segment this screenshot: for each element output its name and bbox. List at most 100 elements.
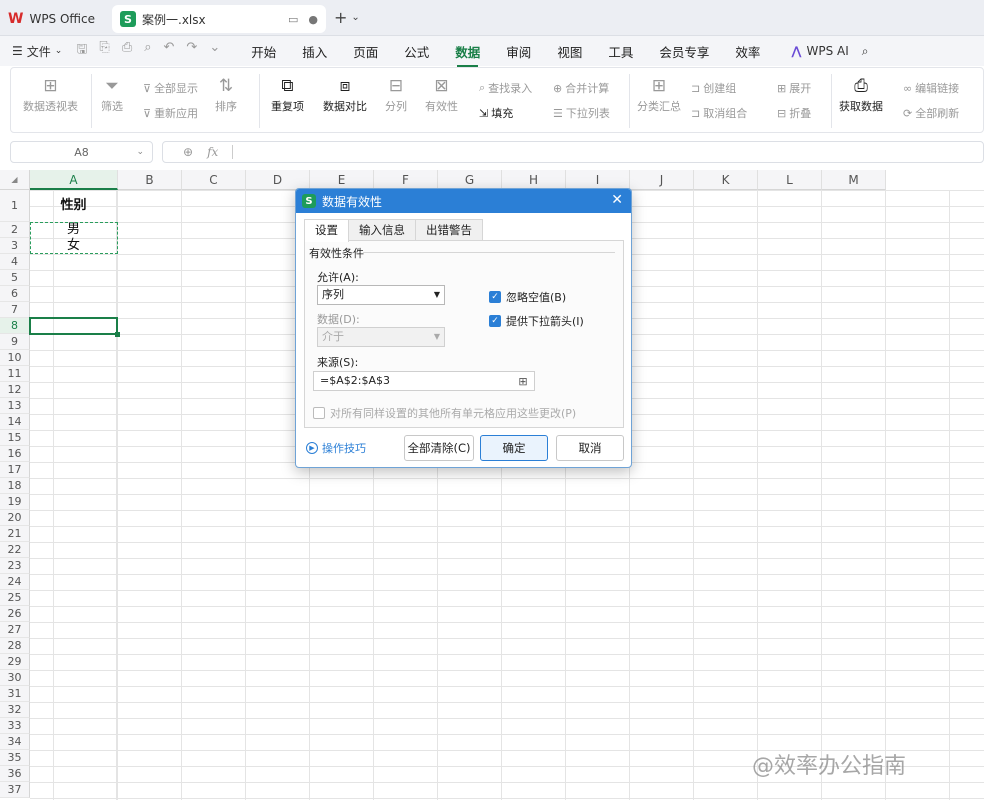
data-compare-button[interactable]: ⧈ 数据对比: [323, 74, 367, 114]
column-header[interactable]: L: [758, 170, 822, 190]
row-header[interactable]: 24: [0, 574, 30, 590]
expand-button[interactable]: ⊞ 展开: [777, 80, 811, 96]
row-header[interactable]: 31: [0, 686, 30, 702]
row-header[interactable]: 2: [0, 222, 30, 238]
column-header[interactable]: I: [566, 170, 630, 190]
row-header[interactable]: 10: [0, 350, 30, 366]
show-all-button[interactable]: ⊽ 全部显示: [143, 80, 198, 96]
menu-review[interactable]: 审阅: [506, 42, 531, 61]
menu-home[interactable]: 开始: [251, 42, 276, 61]
column-header[interactable]: C: [182, 170, 246, 190]
row-header[interactable]: 13: [0, 398, 30, 414]
row-header[interactable]: 25: [0, 590, 30, 606]
column-header[interactable]: D: [246, 170, 310, 190]
print-icon[interactable]: ⎙: [122, 40, 132, 62]
row-header[interactable]: 4: [0, 254, 30, 270]
duplicates-button[interactable]: ⧉ 重复项: [271, 74, 304, 114]
validity-button[interactable]: ⊠ 有效性: [425, 74, 458, 114]
row-header[interactable]: 17: [0, 462, 30, 478]
sort-button[interactable]: ⇅ 排序: [215, 74, 237, 114]
formula-input[interactable]: ⊕ fx: [162, 141, 984, 163]
menu-formula[interactable]: 公式: [404, 42, 429, 61]
print-preview-icon[interactable]: ⌕: [144, 40, 151, 62]
tab-settings[interactable]: 设置: [304, 219, 349, 242]
ok-button[interactable]: 确定: [480, 435, 548, 461]
dropdown-list-button[interactable]: ☰ 下拉列表: [553, 105, 610, 121]
more-icon[interactable]: ⌄: [209, 40, 220, 62]
row-header[interactable]: 6: [0, 286, 30, 302]
wps-ai-button[interactable]: ⋀ WPS AI ⌕: [791, 44, 868, 59]
name-box[interactable]: A8 ⌄: [10, 141, 153, 163]
subtotal-button[interactable]: ⊞ 分类汇总: [637, 74, 681, 114]
row-header[interactable]: 15: [0, 430, 30, 446]
cell-a1[interactable]: 性别: [30, 193, 117, 219]
row-header[interactable]: 19: [0, 494, 30, 510]
fx-icon[interactable]: fx: [207, 145, 218, 159]
edit-links-button[interactable]: ∞ 编辑链接: [903, 80, 959, 96]
column-header[interactable]: M: [822, 170, 886, 190]
row-header[interactable]: 16: [0, 446, 30, 462]
column-header[interactable]: A: [30, 170, 118, 190]
row-header[interactable]: 32: [0, 702, 30, 718]
tab-input-message[interactable]: 输入信息: [348, 219, 416, 241]
active-cell-a8[interactable]: [29, 317, 120, 337]
row-header[interactable]: 5: [0, 270, 30, 286]
fill-button[interactable]: ⇲ 填充: [479, 105, 513, 121]
refresh-all-button[interactable]: ⟳ 全部刷新: [903, 105, 959, 121]
allow-select[interactable]: 序列: [317, 285, 445, 305]
file-menu[interactable]: ☰ 文件 ⌄: [12, 43, 62, 60]
row-header[interactable]: 21: [0, 526, 30, 542]
row-header[interactable]: 20: [0, 510, 30, 526]
app-home-tab[interactable]: W WPS Office: [8, 6, 95, 32]
create-group-button[interactable]: ⊐ 创建组: [691, 80, 736, 96]
new-tab-button[interactable]: + ⌄: [334, 8, 360, 27]
menu-page[interactable]: 页面: [353, 42, 378, 61]
column-header[interactable]: H: [502, 170, 566, 190]
menu-insert[interactable]: 插入: [302, 42, 327, 61]
row-header[interactable]: 29: [0, 654, 30, 670]
row-header[interactable]: 26: [0, 606, 30, 622]
menu-tools[interactable]: 工具: [608, 42, 633, 61]
column-header[interactable]: F: [374, 170, 438, 190]
column-header[interactable]: K: [694, 170, 758, 190]
redo-icon[interactable]: ↷: [186, 40, 197, 62]
row-header[interactable]: 23: [0, 558, 30, 574]
ignore-blank-checkbox[interactable]: ✓ 忽略空值(B): [489, 289, 566, 305]
tab-error-alert[interactable]: 出错警告: [415, 219, 483, 241]
dialog-title-bar[interactable]: S 数据有效性: [296, 189, 631, 213]
consolidate-button[interactable]: ⊕ 合并计算: [553, 80, 609, 96]
row-header[interactable]: 7: [0, 302, 30, 318]
clear-all-button[interactable]: 全部清除(C): [404, 435, 474, 461]
source-input[interactable]: =$A$2:$A$3 ⊞: [313, 371, 535, 391]
row-header[interactable]: 30: [0, 670, 30, 686]
split-column-button[interactable]: ⊟ 分列: [385, 74, 407, 114]
row-header[interactable]: 36: [0, 766, 30, 782]
row-header[interactable]: 28: [0, 638, 30, 654]
document-tab[interactable]: S 案例一.xlsx ▭ ●: [112, 5, 326, 33]
row-header[interactable]: 34: [0, 734, 30, 750]
row-header[interactable]: 9: [0, 334, 30, 350]
chevron-down-icon[interactable]: ⌄: [136, 147, 144, 157]
search-icon[interactable]: ⌕: [862, 44, 869, 59]
screen-icon[interactable]: ▭: [288, 13, 298, 26]
lookup-entry-button[interactable]: ⌕ 查找录入: [479, 80, 532, 96]
row-header[interactable]: 18: [0, 478, 30, 494]
zoom-icon[interactable]: ⊕: [183, 145, 193, 159]
row-header[interactable]: 22: [0, 542, 30, 558]
export-icon[interactable]: ⎘: [99, 40, 109, 62]
row-header[interactable]: 35: [0, 750, 30, 766]
undo-icon[interactable]: ↶: [164, 40, 175, 62]
cancel-button[interactable]: 取消: [556, 435, 624, 461]
save-icon[interactable]: 🖫: [76, 40, 87, 62]
row-header[interactable]: 33: [0, 718, 30, 734]
row-header[interactable]: 14: [0, 414, 30, 430]
column-header[interactable]: E: [310, 170, 374, 190]
get-data-button[interactable]: ⎙ 获取数据: [839, 74, 883, 114]
menu-view[interactable]: 视图: [557, 42, 582, 61]
filter-button[interactable]: ⏷ 筛选: [101, 74, 123, 114]
menu-efficiency[interactable]: 效率: [735, 42, 760, 61]
row-header[interactable]: 1: [0, 190, 30, 222]
pivot-table-button[interactable]: ⊞ 数据透视表: [23, 74, 78, 114]
row-header[interactable]: 27: [0, 622, 30, 638]
range-picker-icon[interactable]: ⊞: [514, 373, 532, 389]
